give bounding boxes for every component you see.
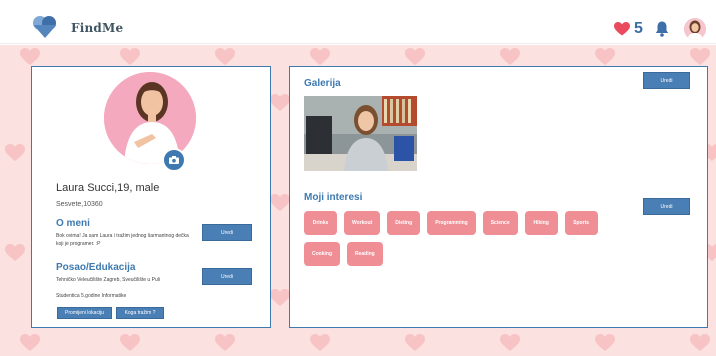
avatar-image bbox=[684, 18, 706, 40]
education-status: Studentica 5.godine Informatike bbox=[56, 293, 127, 299]
education-title: Posao/Edukacija bbox=[56, 262, 136, 273]
likes-count: 5 bbox=[634, 20, 643, 37]
gallery-photo[interactable] bbox=[304, 96, 417, 171]
change-photo-button[interactable] bbox=[162, 148, 186, 172]
edit-gallery-button[interactable]: Uredi bbox=[643, 72, 690, 89]
top-bar: FindMe 5 bbox=[0, 0, 716, 44]
avatar[interactable] bbox=[684, 18, 706, 40]
heart-icon bbox=[614, 22, 630, 36]
interest-tag[interactable]: Reading bbox=[347, 242, 383, 266]
change-location-button[interactable]: Promijeni lokaciju bbox=[57, 307, 112, 319]
profile-photo-image bbox=[104, 72, 196, 164]
interests-title: Moji interesi bbox=[304, 192, 363, 203]
profile-location: Sesvete,10360 bbox=[56, 201, 103, 208]
edit-education-button[interactable]: Uredi bbox=[202, 268, 252, 285]
edit-interests-button[interactable]: Uredi bbox=[643, 198, 690, 215]
logo-heart-icon[interactable] bbox=[32, 14, 58, 40]
interest-tag[interactable]: Cooking bbox=[304, 242, 340, 266]
interests-list: Drinks Workout Dieting Programming Scien… bbox=[304, 211, 624, 266]
bell-icon[interactable] bbox=[655, 21, 669, 37]
who-i-seek-button[interactable]: Koga tražim ? bbox=[116, 307, 164, 319]
interest-tag[interactable]: Sports bbox=[564, 211, 598, 235]
brand-name[interactable]: FindMe bbox=[71, 21, 123, 35]
about-title: O meni bbox=[56, 218, 90, 229]
interest-tag[interactable]: Hiking bbox=[524, 211, 558, 235]
interest-tag[interactable]: Science bbox=[482, 211, 518, 235]
education-school: Tehničko Veleučilište Zagreb, Sveučilišt… bbox=[56, 277, 160, 283]
gallery-photo-image bbox=[304, 96, 417, 171]
interest-tag[interactable]: Workout bbox=[344, 211, 381, 235]
likes-counter[interactable]: 5 bbox=[614, 19, 643, 39]
interest-tag[interactable]: Dieting bbox=[387, 211, 421, 235]
camera-icon bbox=[169, 156, 179, 164]
profile-name: Laura Succi,19, male bbox=[56, 182, 160, 194]
about-text: Bok ovima! Ja sam Laura i tražim jednog … bbox=[56, 233, 189, 247]
interest-tag[interactable]: Drinks bbox=[304, 211, 337, 235]
gallery-title: Galerija bbox=[304, 78, 341, 89]
profile-photo bbox=[104, 72, 196, 164]
edit-about-button[interactable]: Uredi bbox=[202, 224, 252, 241]
interest-tag[interactable]: Programming bbox=[427, 211, 476, 235]
